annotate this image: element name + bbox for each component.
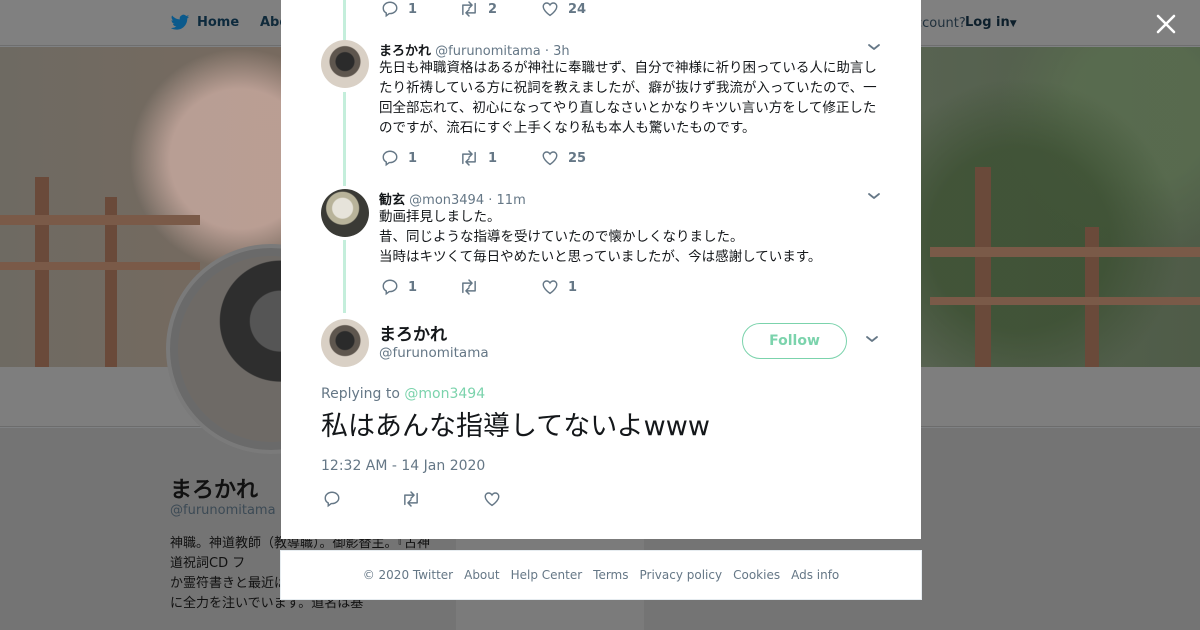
nav-home-link[interactable]: Home [197,15,239,30]
nav-account-text: ccount? [915,16,966,31]
retweet-action[interactable]: 2 [459,0,497,18]
main-tweet-author-handle[interactable]: @furunomitama [379,345,489,361]
heart-icon [542,151,558,166]
tweet-author-name[interactable]: 勧玄 [379,193,405,208]
reply-action[interactable]: 1 [381,0,417,18]
heart-icon [542,2,558,17]
like-action[interactable]: 24 [541,0,586,18]
chevron-down-icon[interactable] [865,334,879,344]
retweet-icon [462,279,476,295]
retweet-count: 2 [488,1,498,17]
footer-link-terms[interactable]: Terms [593,568,628,582]
footer-link-help-center[interactable]: Help Center [511,568,583,582]
reply-icon [324,491,340,508]
tweet-time[interactable]: 3h [553,44,570,59]
main-tweet-author-name[interactable]: まろかれ [379,320,447,345]
footer: © 2020 Twitter About Help Center Terms P… [280,550,922,600]
avatar[interactable] [321,319,369,367]
reply-action[interactable] [323,490,341,512]
main-tweet-text: 私はあんな指導してないよwww [321,411,710,442]
tweet-text: 動画拝見しました。 昔、同じような指導を受けていたので懐かしくなりました。 当時… [379,207,877,267]
footer-link-privacy[interactable]: Privacy policy [640,568,723,582]
close-icon[interactable] [1154,12,1178,36]
login-label[interactable]: Log in [965,15,1010,30]
profile-handle: @furunomitama [170,503,276,518]
tweet-author-handle[interactable]: @mon3494 [409,193,484,208]
tweet-text-line: 当時はキツくて毎日やめたいと思っていましたが、今は感謝しています。 [379,249,822,265]
replying-to-link[interactable]: @mon3494 [404,386,485,402]
like-action[interactable]: 25 [541,149,586,167]
replying-prefix: Replying to [321,386,400,402]
footer-copyright: © 2020 Twitter [362,568,454,582]
chevron-down-icon[interactable] [867,42,881,52]
like-count: 1 [568,279,578,295]
main-tweet-timestamp[interactable]: 12:32 AM - 14 Jan 2020 [321,458,485,474]
follow-button[interactable]: Follow [742,323,847,359]
thread-tweet[interactable]: 勧玄 @mon3494 · 11m 動画拝見しました。 昔、同じような指導を受け… [321,189,881,269]
separator-dot: · [544,44,549,59]
heart-icon [542,280,558,295]
nav-login-link[interactable]: Log in▼ [965,15,1017,30]
tweet-header: 勧玄 @mon3494 · 11m [379,189,526,208]
like-count: 25 [568,150,587,166]
tweet-text-line: 昔、同じような指導を受けていたので懐かしくなりました。 [379,229,744,245]
like-action[interactable]: 1 [541,278,577,296]
reply-action[interactable]: 1 [381,278,417,296]
reply-icon [382,150,398,167]
tweet-header: まろかれ @furunomitama · 3h [379,40,570,59]
replying-to: Replying to @mon3494 [321,386,485,402]
retweet-action[interactable] [459,278,488,296]
retweet-action[interactable]: 1 [459,149,497,167]
avatar[interactable] [321,40,369,88]
reply-count: 1 [408,279,418,295]
twitter-bird-icon[interactable] [170,14,190,32]
retweet-action[interactable] [401,490,421,512]
tweet-time[interactable]: 11m [497,193,526,208]
retweet-count: 1 [488,150,498,166]
footer-link-about[interactable]: About [464,568,499,582]
footer-link-ads-info[interactable]: Ads info [791,568,839,582]
thread-line [343,0,346,40]
footer-link-cookies[interactable]: Cookies [733,568,780,582]
like-count: 24 [568,1,587,17]
profile-name: まろかれ [170,478,259,503]
chevron-down-icon[interactable] [867,191,881,201]
tweet-text: 先日も神職資格はあるが神社に奉職せず、自分で神様に祈り困っている人に助言したり祈… [379,60,877,136]
reply-action[interactable]: 1 [381,149,417,167]
retweet-icon [462,150,476,166]
retweet-icon [462,1,476,17]
retweet-icon [404,491,418,507]
thread-tweet[interactable]: まろかれ @furunomitama · 3h 先日も神職資格はあるが神社に奉職… [321,40,881,160]
reply-count: 1 [408,1,418,17]
like-action[interactable] [483,490,501,512]
separator-dot: · [488,193,493,208]
reply-count: 1 [408,150,418,166]
tweet-author-handle[interactable]: @furunomitama [435,44,541,59]
tweet-permalink-modal: 1 2 24 まろかれ @furunomitama · 3h 先日も神職資格はあ… [281,0,921,539]
tweet-author-name[interactable]: まろかれ [379,44,431,59]
tweet-text-line: 動画拝見しました。 [379,209,501,225]
reply-icon [382,279,398,296]
caret-down-icon: ▼ [1009,19,1017,29]
avatar[interactable] [321,189,369,237]
heart-icon [484,492,500,507]
reply-icon [382,1,398,18]
